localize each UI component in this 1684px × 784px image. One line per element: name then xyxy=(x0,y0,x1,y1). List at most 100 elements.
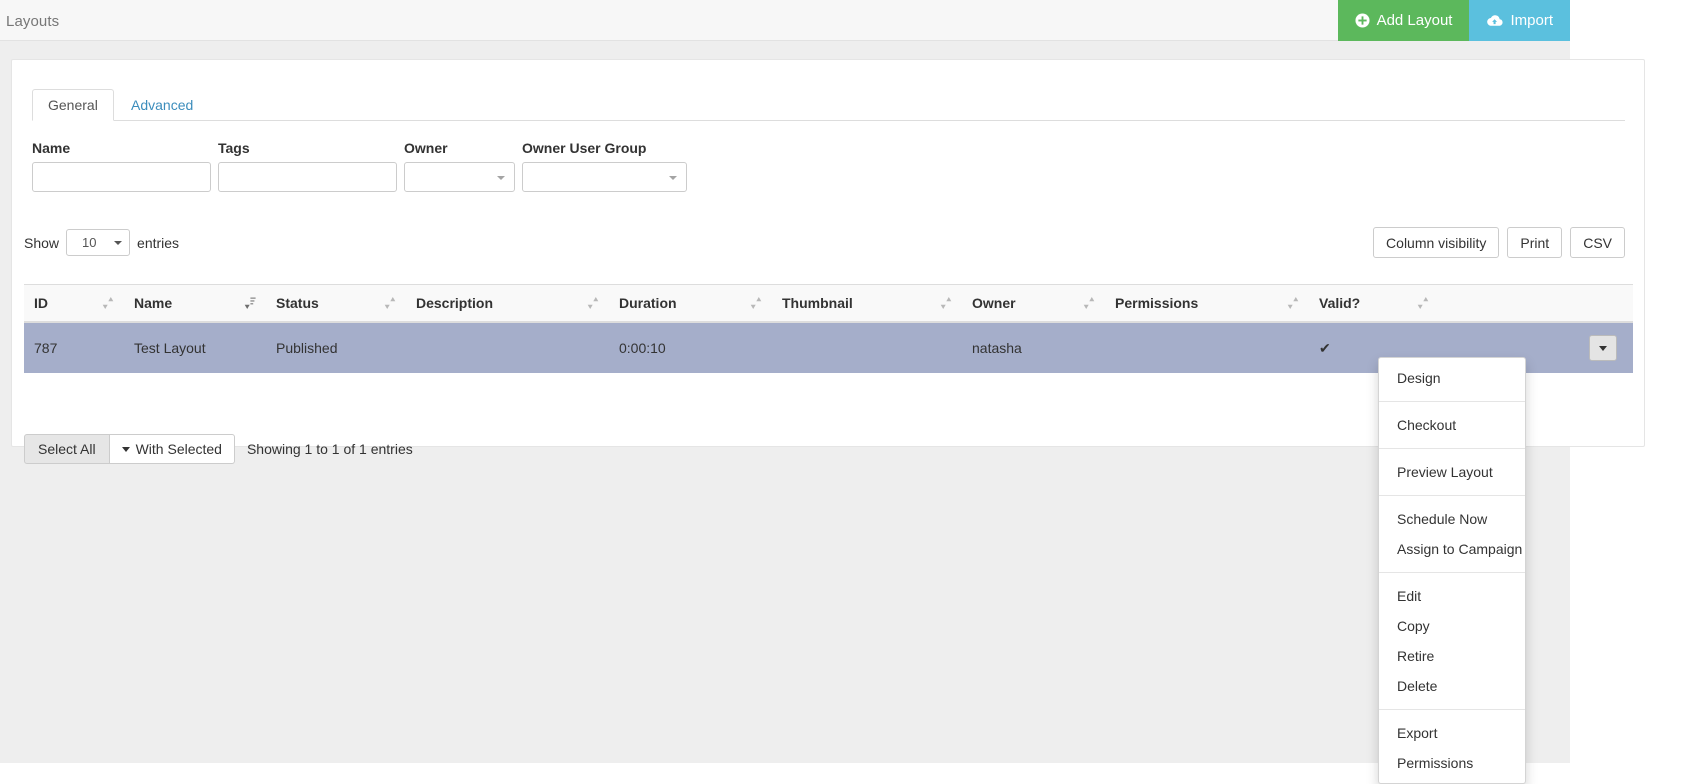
col-header-description[interactable]: Description xyxy=(406,285,609,323)
show-label: Show xyxy=(24,235,59,251)
caret-down-icon xyxy=(122,447,130,452)
menu-item-delete[interactable]: Delete xyxy=(1379,671,1525,701)
sort-icon-active xyxy=(244,296,256,310)
col-header-id[interactable]: ID xyxy=(24,285,124,323)
with-selected-label: With Selected xyxy=(136,441,222,457)
page-length-select[interactable]: 10 xyxy=(66,229,130,256)
datatable-buttons: Column visibility Print CSV xyxy=(1373,227,1625,258)
col-header-actions xyxy=(1439,285,1633,323)
col-header-owner-label: Owner xyxy=(972,295,1016,311)
import-button[interactable]: Import xyxy=(1469,0,1570,41)
sort-icon xyxy=(384,296,396,310)
print-button[interactable]: Print xyxy=(1507,227,1562,258)
print-label: Print xyxy=(1520,235,1549,251)
filter-form: Name Tags Owner Owner User Group xyxy=(32,140,687,192)
col-header-description-label: Description xyxy=(416,295,493,311)
page-length-value: 10 xyxy=(82,235,96,250)
cell-duration: 0:00:10 xyxy=(609,322,772,373)
menu-divider xyxy=(1379,448,1525,449)
column-visibility-button[interactable]: Column visibility xyxy=(1373,227,1499,258)
col-header-permissions[interactable]: Permissions xyxy=(1105,285,1309,323)
add-layout-button[interactable]: Add Layout xyxy=(1338,0,1470,41)
menu-divider xyxy=(1379,401,1525,402)
col-header-thumbnail[interactable]: Thumbnail xyxy=(772,285,962,323)
col-header-name-label: Name xyxy=(134,295,172,311)
row-actions-menu: Design Checkout Preview Layout Schedule … xyxy=(1378,357,1526,784)
menu-item-design[interactable]: Design xyxy=(1379,363,1525,393)
owner-label: Owner xyxy=(404,140,515,156)
page-root: Layouts Add Layout xyxy=(0,0,1684,763)
sort-icon xyxy=(1287,296,1299,310)
filter-tabs: General Advanced xyxy=(32,89,1625,121)
chevron-down-icon xyxy=(114,241,122,245)
filter-group-owner: Owner xyxy=(404,140,515,192)
sort-icon xyxy=(1083,296,1095,310)
menu-item-edit[interactable]: Edit xyxy=(1379,581,1525,611)
menu-divider xyxy=(1379,572,1525,573)
page-title: Layouts xyxy=(6,13,59,30)
col-header-permissions-label: Permissions xyxy=(1115,295,1198,311)
menu-item-checkout[interactable]: Checkout xyxy=(1379,410,1525,440)
menu-item-retire[interactable]: Retire xyxy=(1379,641,1525,671)
table-header-row: ID Name xyxy=(24,285,1633,323)
cell-id: 787 xyxy=(24,322,124,373)
menu-item-schedule-now[interactable]: Schedule Now xyxy=(1379,504,1525,534)
tags-label: Tags xyxy=(218,140,397,156)
menu-item-preview-layout[interactable]: Preview Layout xyxy=(1379,457,1525,487)
cell-description xyxy=(406,322,609,373)
column-visibility-label: Column visibility xyxy=(1386,235,1486,251)
cell-owner: natasha xyxy=(962,322,1105,373)
col-header-thumbnail-label: Thumbnail xyxy=(782,295,853,311)
menu-divider xyxy=(1379,709,1525,710)
col-header-valid[interactable]: Valid? xyxy=(1309,285,1439,323)
col-header-status-label: Status xyxy=(276,295,319,311)
tab-advanced[interactable]: Advanced xyxy=(115,89,209,121)
cell-permissions xyxy=(1105,322,1309,373)
col-header-status[interactable]: Status xyxy=(266,285,406,323)
col-header-duration[interactable]: Duration xyxy=(609,285,772,323)
chevron-down-icon xyxy=(669,176,677,180)
header-actions: Add Layout Import xyxy=(1338,0,1570,41)
cell-thumbnail xyxy=(772,322,962,373)
col-header-owner[interactable]: Owner xyxy=(962,285,1105,323)
col-header-id-label: ID xyxy=(34,295,48,311)
owner-user-group-label: Owner User Group xyxy=(522,140,687,156)
menu-item-copy[interactable]: Copy xyxy=(1379,611,1525,641)
menu-item-assign-to-campaign[interactable]: Assign to Campaign xyxy=(1379,534,1525,564)
cell-status: Published xyxy=(266,322,406,373)
tags-input[interactable] xyxy=(218,162,397,192)
entries-label: entries xyxy=(137,235,179,251)
menu-item-export[interactable]: Export xyxy=(1379,718,1525,748)
add-layout-label: Add Layout xyxy=(1377,12,1453,29)
table-head: ID Name xyxy=(24,285,1633,323)
cell-name: Test Layout xyxy=(124,322,266,373)
select-all-button[interactable]: Select All xyxy=(24,434,110,464)
with-selected-dropdown[interactable]: With Selected xyxy=(110,434,235,464)
chevron-down-icon xyxy=(497,176,505,180)
table-info-text: Showing 1 to 1 of 1 entries xyxy=(247,441,413,457)
menu-item-permissions[interactable]: Permissions xyxy=(1379,748,1525,778)
page-header-bar: Layouts Add Layout xyxy=(0,0,1570,41)
csv-button[interactable]: CSV xyxy=(1570,227,1625,258)
col-header-duration-label: Duration xyxy=(619,295,677,311)
plus-circle-icon xyxy=(1355,13,1370,28)
name-input[interactable] xyxy=(32,162,211,192)
sort-icon xyxy=(940,296,952,310)
tab-general-label: General xyxy=(48,97,98,113)
sort-icon xyxy=(587,296,599,310)
filter-group-name: Name xyxy=(32,140,211,192)
sort-icon xyxy=(102,296,114,310)
select-all-label: Select All xyxy=(38,441,96,457)
import-label: Import xyxy=(1510,12,1553,29)
cloud-upload-icon xyxy=(1486,14,1503,27)
sort-icon xyxy=(1417,296,1429,310)
owner-select[interactable] xyxy=(404,162,515,192)
col-header-name[interactable]: Name xyxy=(124,285,266,323)
name-label: Name xyxy=(32,140,211,156)
csv-label: CSV xyxy=(1583,235,1612,251)
tab-general[interactable]: General xyxy=(32,89,114,121)
tab-advanced-label: Advanced xyxy=(131,97,193,113)
row-actions-dropdown-button[interactable] xyxy=(1589,335,1617,361)
sort-icon xyxy=(750,296,762,310)
owner-user-group-select[interactable] xyxy=(522,162,687,192)
